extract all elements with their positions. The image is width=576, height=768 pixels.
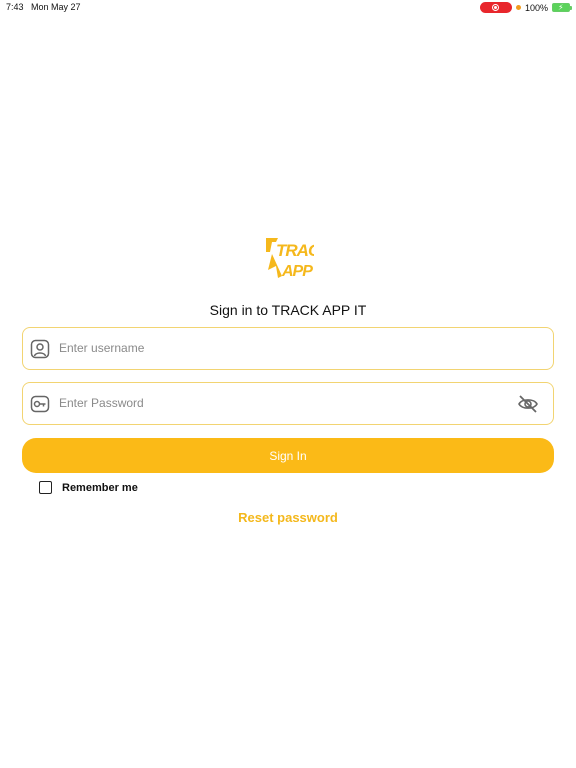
sign-in-button[interactable]: Sign In <box>22 438 554 473</box>
status-bar: 7:43 Mon May 27 100% ⚡ <box>0 0 576 16</box>
screen-record-icon[interactable] <box>479 2 512 13</box>
reset-password-link[interactable]: Reset password <box>0 510 576 525</box>
key-icon <box>30 395 50 413</box>
remember-me[interactable]: Remember me <box>39 481 138 494</box>
username-input[interactable] <box>59 328 529 368</box>
password-field[interactable] <box>22 382 554 425</box>
page-title: Sign in to TRACK APP IT <box>209 302 367 318</box>
status-date: Mon May 27 <box>31 2 81 12</box>
username-field[interactable] <box>22 327 554 370</box>
battery-percent: 100% <box>524 2 548 13</box>
remember-checkbox[interactable] <box>39 481 52 494</box>
logo-text-line1: TRACK <box>276 241 314 260</box>
app-logo: TRACK APP IT <box>266 238 314 280</box>
eye-off-icon[interactable] <box>517 393 539 415</box>
logo-text-line2: APP IT <box>281 263 314 280</box>
password-input[interactable] <box>59 383 529 423</box>
mic-indicator-icon <box>515 5 521 10</box>
battery-icon: ⚡ <box>552 3 572 12</box>
status-time: 7:43 <box>6 2 24 12</box>
status-indicators: 100% ⚡ <box>479 2 572 13</box>
user-icon <box>30 339 50 359</box>
remember-label: Remember me <box>62 481 138 494</box>
